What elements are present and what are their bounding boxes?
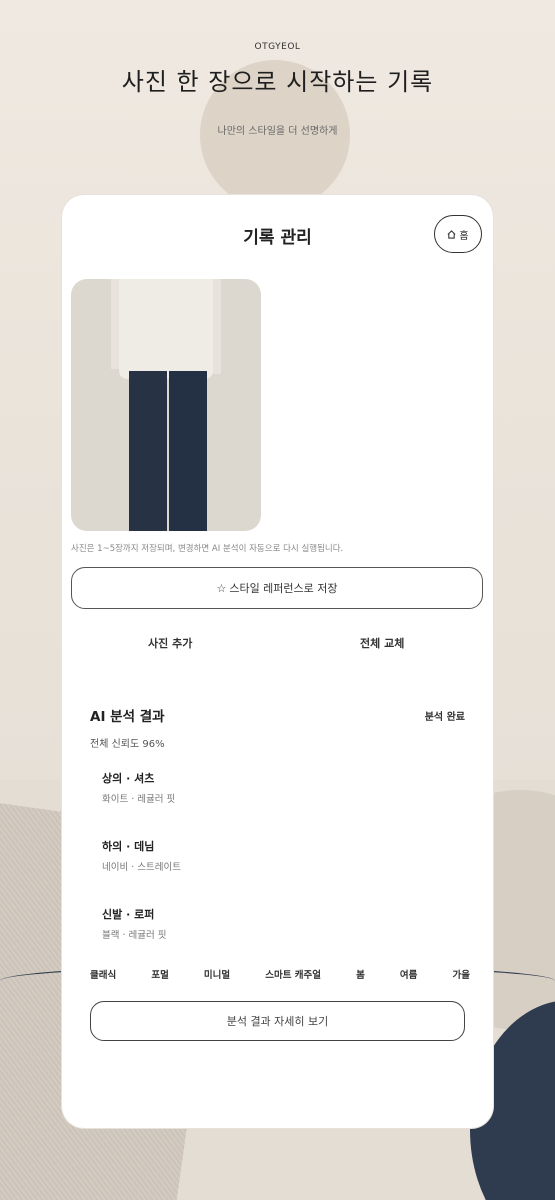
photo-note: 사진은 1~5장까지 저장되며, 변경하면 AI 분석이 자동으로 다시 실행됩… xyxy=(71,544,344,554)
replace-all-button[interactable]: 전체 교체 xyxy=(360,635,404,651)
outfit-photo[interactable] xyxy=(71,279,261,531)
style-tags: 클래식 포멀 미니멀 스마트 캐주얼 봄 여름 가을 xyxy=(90,967,470,981)
analysis-title: AI 분석 결과 xyxy=(90,709,165,725)
home-button[interactable]: 홈 xyxy=(434,215,482,253)
add-photo-button[interactable]: 사진 추가 xyxy=(148,635,192,651)
analysis-item-detail: 블랙 · 레귤러 핏 xyxy=(102,930,167,941)
style-tag: 클래식 xyxy=(90,970,117,981)
home-label: 홈 xyxy=(459,230,469,242)
analysis-detail-button[interactable]: 분석 결과 자세히 보기 xyxy=(90,1001,465,1041)
analysis-status: 분석 완료 xyxy=(424,712,465,723)
analysis-item-detail: 화이트 · 레귤러 핏 xyxy=(102,794,176,805)
star-icon: ☆ xyxy=(216,581,227,595)
photo-shirt xyxy=(119,279,213,379)
analysis-confidence: 전체 신뢰도 96% xyxy=(90,739,165,750)
style-tag: 봄 xyxy=(356,970,365,981)
save-reference-button[interactable]: ☆ 스타일 레퍼런스로 저장 xyxy=(71,567,483,609)
save-reference-label: 스타일 레퍼런스로 저장 xyxy=(229,582,338,595)
brand-label: OTGYEOL xyxy=(254,42,301,52)
style-tag: 스마트 캐주얼 xyxy=(265,970,321,981)
analysis-item-name: 상의 · 셔츠 xyxy=(102,772,155,785)
page-headline: 사진 한 장으로 시작하는 기록 xyxy=(121,68,434,96)
analysis-item-name: 하의 · 데님 xyxy=(102,840,155,853)
page-subheadline: 나만의 스타일을 더 선명하게 xyxy=(217,126,338,137)
style-tag: 미니멀 xyxy=(203,970,231,981)
analysis-item-name: 신발 · 로퍼 xyxy=(102,908,155,921)
home-icon xyxy=(447,229,456,239)
record-card: 기록 관리 홈 사진은 1~5장까지 저장되며, 변경하면 AI 분석이 자동으… xyxy=(62,195,493,1128)
photo-jeans-left xyxy=(129,371,167,531)
style-tag: 포멀 xyxy=(151,970,169,981)
analysis-item-detail: 네이비 · 스트레이트 xyxy=(102,862,181,873)
card-title: 기록 관리 xyxy=(243,228,312,248)
style-tag: 가을 xyxy=(452,970,470,981)
style-tag: 여름 xyxy=(399,970,418,981)
photo-jeans-right xyxy=(169,371,207,531)
